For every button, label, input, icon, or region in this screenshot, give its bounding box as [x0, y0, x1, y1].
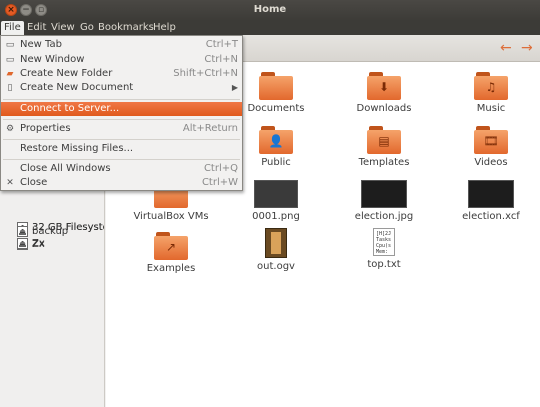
new-window-icon: ▭ — [5, 55, 15, 65]
text-file-icon: [H[2J Tasks Cpu(s Mem: — [373, 228, 395, 256]
file-item-downloads[interactable]: ⬇ Downloads — [339, 72, 429, 114]
menu-item-connect-to-server[interactable]: Connect to Server... — [1, 102, 242, 116]
file-item-documents[interactable]: Documents — [231, 72, 321, 114]
file-item-public[interactable]: 👤 Public — [231, 126, 321, 168]
file-item-election-xcf[interactable]: election.xcf — [446, 180, 536, 222]
close-icon: ✕ — [6, 178, 14, 188]
drive-icon: ⏏ — [17, 226, 28, 237]
file-item-music[interactable]: ♫ Music — [446, 72, 536, 114]
menu-bar: File Edit View Go Bookmarks Help — [0, 21, 540, 35]
right-arrow-icon[interactable]: → — [521, 40, 533, 56]
file-item-0001-png[interactable]: 0001.png — [231, 180, 321, 222]
download-folder-icon: ⬇ — [367, 72, 401, 100]
file-item-out-ogv[interactable]: out.ogv — [231, 228, 321, 272]
videos-folder-icon: 🎞 — [474, 126, 508, 154]
music-folder-icon: ♫ — [474, 72, 508, 100]
menu-item-new-window[interactable]: ▭ New Window Ctrl+N — [1, 53, 242, 67]
image-thumbnail-icon — [361, 180, 407, 208]
drive-icon: ⏏ — [17, 238, 28, 249]
menu-item-new-tab[interactable]: ▭ New Tab Ctrl+T — [1, 38, 242, 52]
menu-item-restore-missing-files[interactable]: Restore Missing Files... — [1, 142, 242, 156]
submenu-arrow-icon: ▶ — [231, 83, 238, 92]
menu-separator — [3, 139, 240, 140]
new-document-icon: ▯ — [7, 83, 13, 93]
sidebar-item-backup[interactable]: ⏏ backup — [6, 225, 104, 239]
file-menu: ▭ New Tab Ctrl+T ▭ New Window Ctrl+N ▰ Create… — [0, 35, 243, 191]
file-item-election-jpg[interactable]: election.jpg — [339, 180, 429, 222]
menu-go[interactable]: Go — [77, 21, 97, 35]
new-tab-icon: ▭ — [5, 40, 15, 50]
menu-item-create-new-folder[interactable]: ▰ Create New Folder Shift+Ctrl+N — [1, 67, 242, 81]
new-folder-icon: ▰ — [6, 69, 14, 79]
menu-bookmarks[interactable]: Bookmarks — [95, 21, 157, 35]
menu-item-close-all-windows[interactable]: Close All Windows Ctrl+Q — [1, 162, 242, 176]
menu-separator — [3, 99, 240, 100]
menu-separator — [3, 159, 240, 160]
menu-file[interactable]: File — [1, 21, 24, 35]
image-thumbnail-icon — [468, 180, 514, 208]
public-folder-icon: 👤 — [259, 126, 293, 154]
menu-item-properties[interactable]: ⚙ Properties Alt+Return — [1, 122, 242, 136]
sidebar-item-zx[interactable]: ⏏Zx — [6, 237, 104, 251]
file-item-videos[interactable]: 🎞 Videos — [446, 126, 536, 168]
file-item-templates[interactable]: ▤ Templates — [339, 126, 429, 168]
menu-item-close[interactable]: ✕ Close Ctrl+W — [1, 176, 242, 190]
window-title: Home — [253, 4, 287, 15]
video-file-icon — [265, 228, 287, 258]
menu-separator — [3, 119, 240, 120]
menu-item-create-new-document[interactable]: ▯ Create New Document ▶ — [1, 81, 242, 95]
image-thumbnail-icon — [254, 180, 298, 208]
gear-icon: ⚙ — [5, 124, 15, 134]
title-bar: × − ▫ Home — [0, 0, 540, 21]
menu-edit[interactable]: Edit — [24, 21, 49, 35]
folder-icon — [259, 72, 293, 100]
menu-view[interactable]: View — [48, 21, 78, 35]
left-arrow-icon[interactable]: ← — [500, 40, 512, 56]
examples-folder-icon: ↗ — [154, 232, 188, 260]
menu-help[interactable]: Help — [150, 21, 179, 35]
file-item-examples[interactable]: ↗ Examples — [126, 232, 216, 274]
file-item-top-txt[interactable]: [H[2J Tasks Cpu(s Mem: top.txt — [339, 228, 429, 270]
templates-folder-icon: ▤ — [367, 126, 401, 154]
